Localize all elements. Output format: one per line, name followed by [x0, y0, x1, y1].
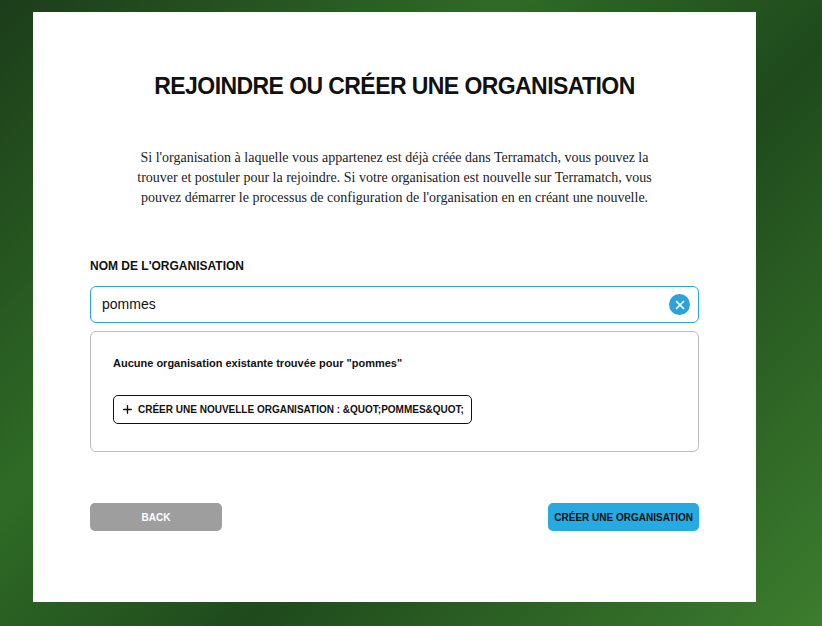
page-description: Si l'organisation à laquelle vous appart… — [135, 148, 655, 208]
page-title: REJOINDRE OU CRÉER UNE ORGANISATION — [90, 70, 699, 102]
footer-buttons: BACK CRÉER UNE ORGANISATION — [90, 503, 699, 531]
plus-icon — [121, 403, 134, 416]
organization-name-input[interactable]: pommes — [90, 286, 699, 323]
back-button[interactable]: BACK — [90, 503, 222, 531]
input-value: pommes — [102, 294, 669, 315]
search-results-panel: Aucune organisation existante trouvée po… — [90, 331, 699, 452]
organization-name-label: NOM DE L'ORGANISATION — [90, 258, 699, 274]
page-background: REJOINDRE OU CRÉER UNE ORGANISATION Si l'… — [0, 0, 822, 626]
create-new-organization-button[interactable]: CRÉER UNE NOUVELLE ORGANISATION : &QUOT;… — [113, 395, 472, 424]
no-results-message: Aucune organisation existante trouvée po… — [113, 356, 402, 370]
join-organization-card: REJOINDRE OU CRÉER UNE ORGANISATION Si l'… — [33, 12, 756, 602]
create-organization-button[interactable]: CRÉER UNE ORGANISATION — [548, 503, 699, 531]
clear-icon[interactable] — [669, 294, 690, 315]
